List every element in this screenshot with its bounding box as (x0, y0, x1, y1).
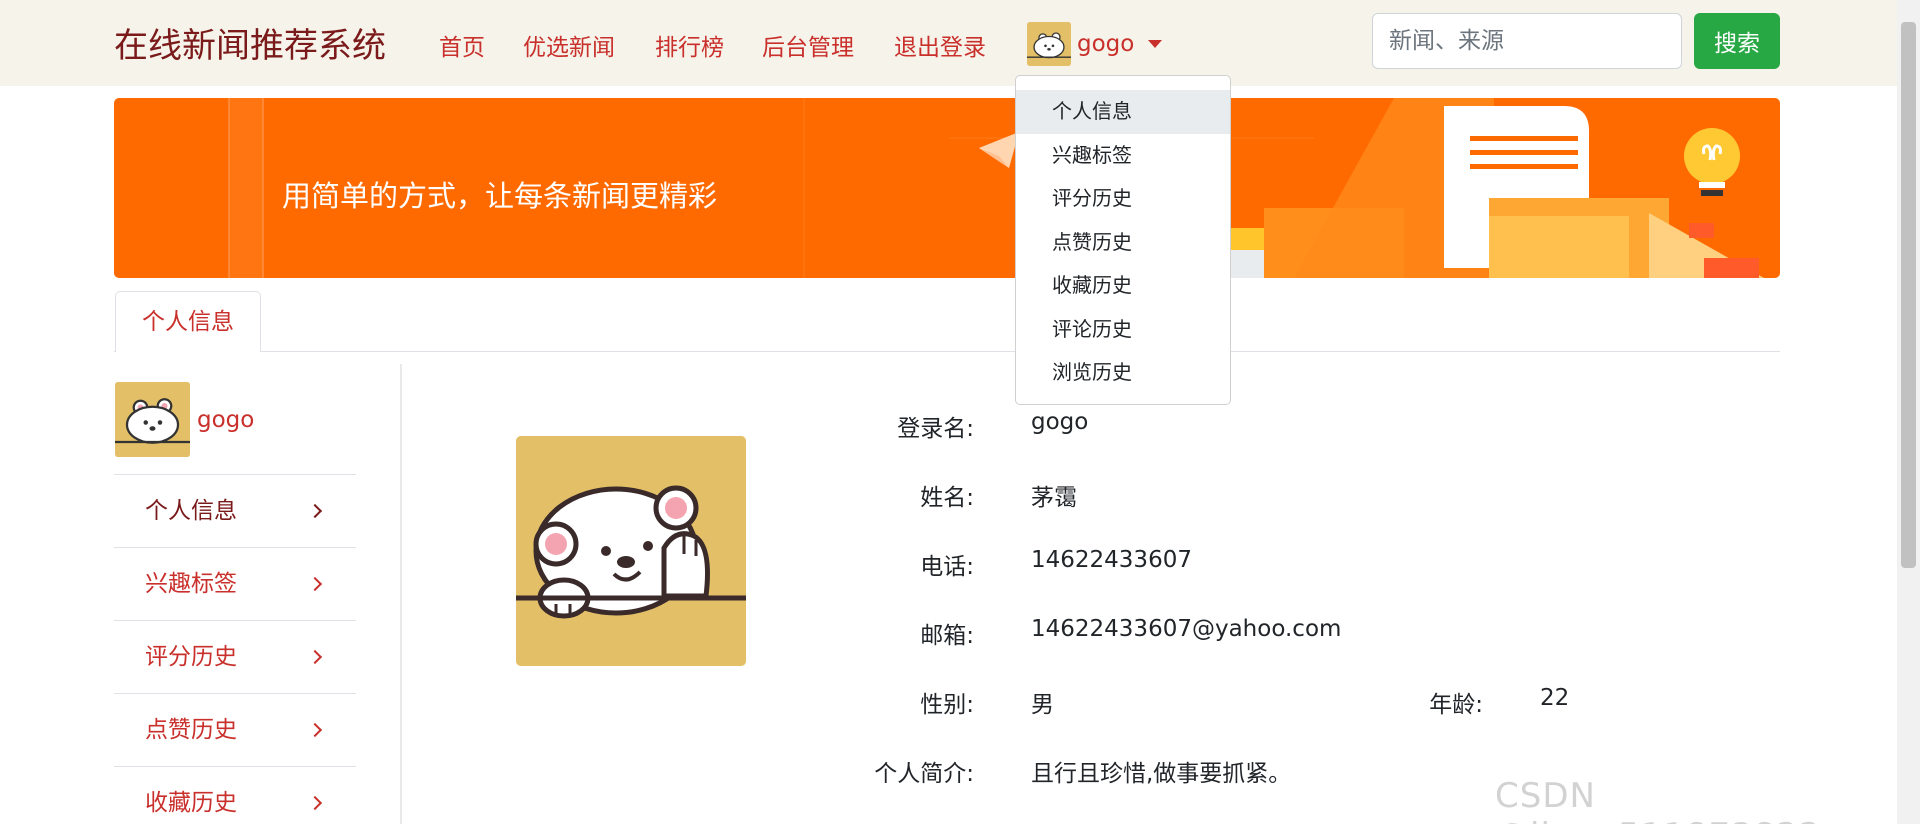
chevron-right-icon (307, 503, 323, 519)
email-label: 邮箱: (920, 623, 974, 649)
login-label: 登录名: (897, 416, 974, 442)
chevron-right-icon (307, 576, 323, 592)
search-button[interactable]: 搜索 (1694, 13, 1780, 69)
bear-avatar-icon (516, 436, 746, 666)
banner-slogan: 用简单的方式，让每条新闻更精彩 (282, 179, 718, 213)
user-dropdown-menu: 个人信息 兴趣标签 评分历史 点赞历史 收藏历史 评论历史 浏览历史 (1015, 75, 1231, 405)
sidebar-item-label: 收藏历史 (145, 790, 237, 816)
dropdown-item-comment-history[interactable]: 评论历史 (1016, 308, 1230, 352)
nav-link-home[interactable]: 首页 (439, 28, 485, 62)
profile-avatar (516, 436, 746, 666)
page-scrollbar[interactable] (1897, 0, 1920, 824)
avatar (1027, 22, 1071, 66)
dropdown-item-profile[interactable]: 个人信息 (1016, 90, 1230, 134)
phone-label: 电话: (920, 554, 974, 580)
content-divider (400, 364, 402, 824)
nav-link-logout[interactable]: 退出登录 (894, 28, 986, 62)
dropdown-item-like-history[interactable]: 点赞历史 (1016, 221, 1230, 265)
dropdown-item-rating-history[interactable]: 评分历史 (1016, 177, 1230, 221)
watermark: CSDN @linge511873822 (1495, 776, 1821, 824)
sidebar-item-profile[interactable]: 个人信息 (114, 474, 356, 547)
login-value: gogo (1031, 409, 1089, 435)
nav-link-admin[interactable]: 后台管理 (762, 28, 854, 62)
site-brand[interactable]: 在线新闻推荐系统 (114, 18, 386, 67)
sidebar-item-favorite-history[interactable]: 收藏历史 (114, 766, 356, 824)
sidebar-menu: 个人信息 兴趣标签 评分历史 点赞历史 收藏历史 (114, 474, 356, 824)
chevron-right-icon (307, 649, 323, 665)
tab-divider (114, 351, 1780, 352)
search-input[interactable] (1372, 13, 1682, 69)
nav-link-featured-news[interactable]: 优选新闻 (523, 28, 615, 62)
dropdown-item-favorite-history[interactable]: 收藏历史 (1016, 264, 1230, 308)
gender-value: 男 (1031, 692, 1054, 718)
scrollbar-thumb[interactable] (1901, 22, 1916, 568)
dropdown-item-browse-history[interactable]: 浏览历史 (1016, 351, 1230, 395)
bear-avatar-icon (115, 382, 190, 457)
top-navbar: 在线新闻推荐系统 首页 优选新闻 排行榜 后台管理 退出登录 gogo 搜索 (0, 0, 1897, 86)
chevron-right-icon (307, 722, 323, 738)
name-value: 茅霭 (1031, 485, 1077, 511)
sidebar-item-like-history[interactable]: 点赞历史 (114, 693, 356, 766)
caret-down-icon (1148, 40, 1163, 48)
sidebar-item-rating-history[interactable]: 评分历史 (114, 620, 356, 693)
hero-banner: 用简单的方式，让每条新闻更精彩 (114, 98, 1780, 278)
sidebar-username: gogo (197, 406, 255, 433)
tab-profile[interactable]: 个人信息 (115, 291, 261, 352)
gender-label: 性别: (920, 692, 974, 718)
age-value: 22 (1540, 685, 1570, 711)
phone-value: 14622433607 (1031, 547, 1192, 573)
email-value: 14622433607@yahoo.com (1031, 616, 1342, 642)
dropdown-item-interest-tags[interactable]: 兴趣标签 (1016, 134, 1230, 178)
sidebar-user: gogo (115, 382, 254, 457)
nav-username: gogo (1077, 31, 1135, 57)
bio-value: 且行且珍惜,做事要抓紧。 (1031, 761, 1292, 787)
chevron-right-icon (307, 795, 323, 811)
sidebar-item-interest-tags[interactable]: 兴趣标签 (114, 547, 356, 620)
nav-link-ranking[interactable]: 排行榜 (655, 28, 724, 62)
avatar (115, 382, 190, 457)
name-label: 姓名: (920, 485, 974, 511)
sidebar-item-label: 点赞历史 (145, 717, 237, 743)
user-menu-toggle[interactable]: gogo (1027, 22, 1163, 66)
bio-label: 个人简介: (874, 761, 974, 787)
age-label: 年龄: (1429, 692, 1483, 718)
sidebar-item-label: 个人信息 (145, 498, 237, 524)
sidebar-item-label: 兴趣标签 (145, 571, 237, 597)
bear-avatar-icon (1027, 22, 1071, 66)
sidebar-item-label: 评分历史 (145, 644, 237, 670)
app-root: { "navbar": { "brand": "在线新闻推荐系统", "link… (0, 0, 1920, 824)
